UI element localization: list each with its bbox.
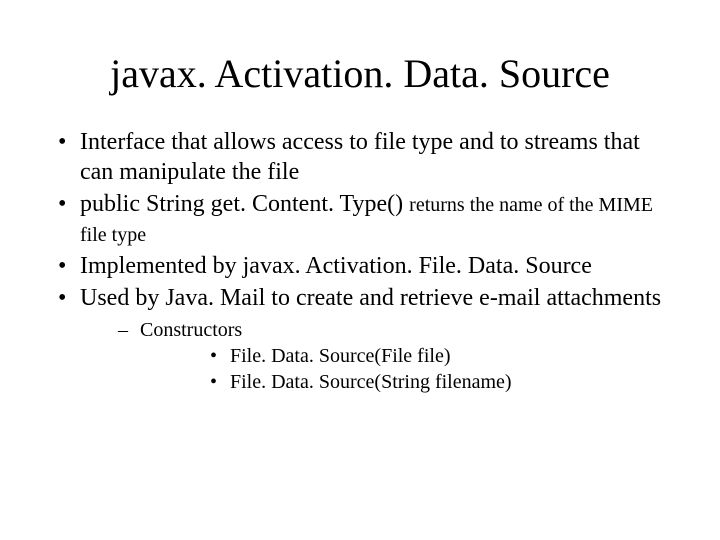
- subsub-item: File. Data. Source(String filename): [140, 369, 670, 395]
- sub-item: Constructors File. Data. Source(File fil…: [80, 317, 670, 395]
- sub-list: Constructors File. Data. Source(File fil…: [80, 317, 670, 395]
- subsub-text: File. Data. Source(String filename): [230, 371, 512, 393]
- sub-heading: Constructors: [140, 319, 242, 341]
- slide-title: javax. Activation. Data. Source: [50, 50, 670, 97]
- bullet-text: Interface that allows access to file typ…: [80, 129, 640, 185]
- slide: javax. Activation. Data. Source Interfac…: [0, 0, 720, 540]
- subsub-text: File. Data. Source(File file): [230, 345, 451, 367]
- bullet-item: Used by Java. Mail to create and retriev…: [50, 283, 670, 395]
- bullet-list: Interface that allows access to file typ…: [50, 127, 670, 395]
- subsub-item: File. Data. Source(File file): [140, 343, 670, 369]
- bullet-item: Implemented by javax. Activation. File. …: [50, 251, 670, 281]
- bullet-text: Used by Java. Mail to create and retriev…: [80, 285, 661, 311]
- bullet-text: public String get. Content. Type(): [80, 191, 409, 217]
- subsub-list: File. Data. Source(File file) File. Data…: [140, 343, 670, 395]
- bullet-text: Implemented by javax. Activation. File. …: [80, 253, 592, 279]
- bullet-item: Interface that allows access to file typ…: [50, 127, 670, 187]
- bullet-item: public String get. Content. Type() retur…: [50, 189, 670, 249]
